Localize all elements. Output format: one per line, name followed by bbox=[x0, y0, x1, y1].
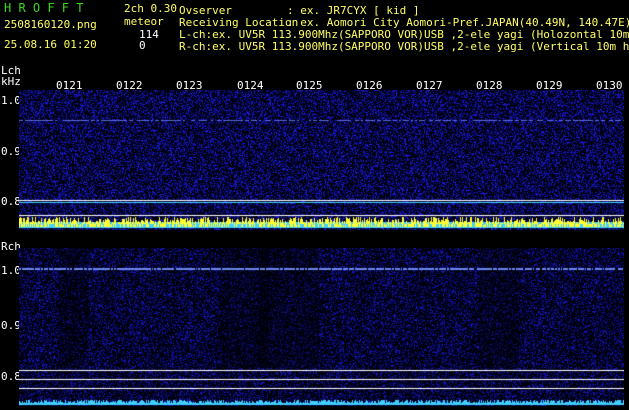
type-label: meteor bbox=[124, 15, 164, 28]
rch-spectrogram bbox=[19, 248, 624, 406]
app-title: H R O F F T bbox=[4, 1, 84, 15]
datetime-label: 25.08.16 01:20 bbox=[4, 38, 97, 51]
rch-label: Rch bbox=[1, 240, 21, 253]
rch-ytick-2: 0.9 bbox=[1, 319, 21, 332]
lch-ytick-1: 1.0 bbox=[1, 94, 21, 107]
lch-ytick-3: 0.8 bbox=[1, 195, 21, 208]
count-rch: 0 bbox=[139, 39, 146, 52]
filename-label: 2508160120.png bbox=[4, 18, 97, 31]
mode-label: 2ch 0.30 bbox=[124, 2, 177, 15]
rch-ytick-1: 1.0 bbox=[1, 264, 21, 277]
lch-unit: kHz bbox=[1, 75, 21, 88]
rch-description: R-ch:ex. UV5R 113.900Mhz(SAPPORO VOR)USB… bbox=[179, 40, 629, 53]
lch-spectrogram bbox=[19, 90, 624, 230]
rch-ytick-3: 0.8 bbox=[1, 370, 21, 383]
lch-ytick-2: 0.9 bbox=[1, 145, 21, 158]
